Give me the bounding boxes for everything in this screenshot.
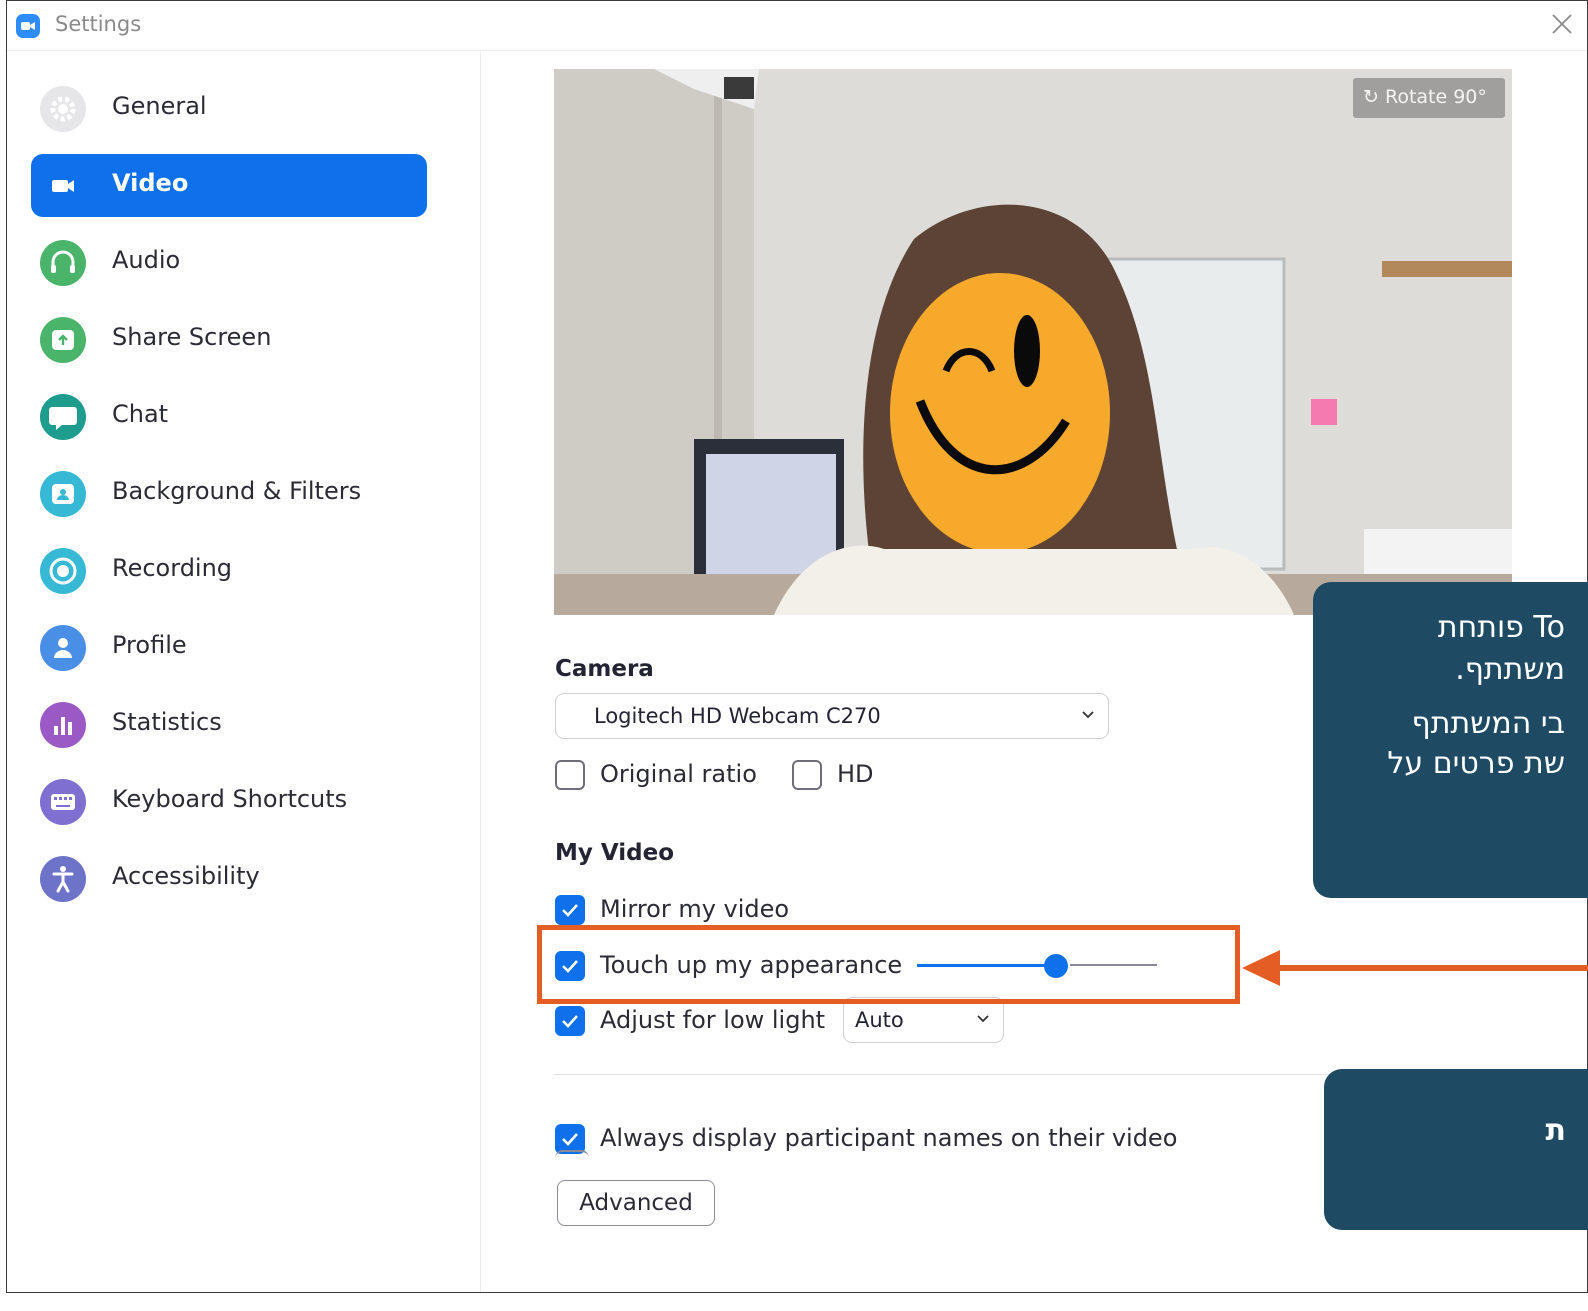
sidebar-item-label: Chat bbox=[112, 400, 169, 428]
recording-icon bbox=[40, 548, 86, 594]
my-video-section-title: My Video bbox=[555, 840, 675, 866]
camera-select-value: Logitech HD Webcam C270 bbox=[594, 704, 881, 728]
keyboard-icon bbox=[40, 779, 86, 825]
low-light-label: Adjust for low light bbox=[600, 1006, 826, 1034]
callout-1-line-2: משתתף. bbox=[1455, 652, 1565, 687]
sidebar-item-background-filters[interactable]: Background & Filters bbox=[31, 462, 427, 525]
chevron-down-icon bbox=[977, 1015, 989, 1023]
sidebar-item-statistics[interactable]: Statistics bbox=[31, 693, 427, 756]
accessibility-icon bbox=[40, 856, 86, 902]
video-preview: ↻ Rotate 90° bbox=[554, 69, 1512, 615]
sidebar-item-keyboard-shortcuts[interactable]: Keyboard Shortcuts bbox=[31, 770, 427, 833]
share-screen-icon bbox=[40, 317, 86, 363]
original-ratio-checkbox[interactable] bbox=[555, 760, 585, 790]
chevron-down-icon bbox=[1082, 711, 1094, 719]
sidebar-item-label: Audio bbox=[112, 246, 181, 274]
statistics-icon bbox=[40, 702, 86, 748]
sidebar-item-label: Accessibility bbox=[112, 862, 260, 890]
touch-up-highlight-box bbox=[537, 925, 1240, 1004]
sidebar-item-general[interactable]: General bbox=[31, 77, 427, 140]
close-icon[interactable] bbox=[1551, 13, 1573, 35]
low-light-checkbox[interactable] bbox=[555, 1006, 585, 1036]
sidebar: General Video Audio Share Screen Chat Ba… bbox=[7, 52, 481, 1292]
sidebar-item-video[interactable]: Video bbox=[31, 154, 427, 217]
callout-2-line-1: ת bbox=[1545, 1113, 1567, 1148]
original-ratio-label: Original ratio bbox=[600, 760, 757, 788]
callout-1-line-3: בי המשתתף bbox=[1411, 706, 1565, 741]
camera-select[interactable]: Logitech HD Webcam C270 bbox=[555, 693, 1109, 739]
chat-bubble-icon bbox=[40, 394, 86, 440]
arrow-left-icon bbox=[1242, 950, 1588, 986]
sidebar-item-audio[interactable]: Audio bbox=[31, 231, 427, 294]
always-names-label: Always display participant names on thei… bbox=[600, 1124, 1178, 1152]
sidebar-item-label: Recording bbox=[112, 554, 233, 582]
rotate-90-button[interactable]: ↻ Rotate 90° bbox=[1353, 78, 1505, 118]
sidebar-item-label: Share Screen bbox=[112, 323, 272, 351]
sidebar-item-chat[interactable]: Chat bbox=[31, 385, 427, 448]
window-title: Settings bbox=[55, 12, 142, 36]
title-bar: Settings bbox=[7, 1, 1587, 51]
gear-icon bbox=[40, 86, 86, 132]
rotate-icon: ↻ bbox=[1363, 86, 1385, 108]
sidebar-item-label: Keyboard Shortcuts bbox=[112, 785, 348, 813]
video-camera-icon bbox=[40, 163, 86, 209]
sidebar-item-label: Background & Filters bbox=[112, 477, 362, 505]
checkmark-icon bbox=[562, 904, 578, 917]
advanced-button[interactable]: Advanced bbox=[557, 1180, 715, 1226]
headphones-icon bbox=[40, 240, 86, 286]
checkmark-icon bbox=[562, 1133, 578, 1146]
sidebar-item-accessibility[interactable]: Accessibility bbox=[31, 847, 427, 910]
camera-feed-image bbox=[554, 69, 1512, 615]
checkmark-icon bbox=[562, 1015, 578, 1028]
low-light-mode-value: Auto bbox=[855, 1008, 904, 1032]
callout-1-line-1: To פותחת bbox=[1437, 610, 1565, 645]
callout-1-line-4: שת פרטים על bbox=[1387, 746, 1565, 781]
sidebar-item-label: Statistics bbox=[112, 708, 222, 736]
mirror-label: Mirror my video bbox=[600, 895, 790, 923]
hd-checkbox[interactable] bbox=[792, 760, 822, 790]
sidebar-item-label: General bbox=[112, 92, 207, 120]
rotate-label: Rotate 90° bbox=[1384, 86, 1487, 108]
hd-label: HD bbox=[837, 760, 874, 788]
profile-icon bbox=[40, 625, 86, 671]
sidebar-item-recording[interactable]: Recording bbox=[31, 539, 427, 602]
sidebar-item-profile[interactable]: Profile bbox=[31, 616, 427, 679]
hebrew-callout-1: To פותחת משתתף. בי המשתתף שת פרטים על bbox=[1313, 582, 1588, 898]
sidebar-item-share-screen[interactable]: Share Screen bbox=[31, 308, 427, 371]
mirror-checkbox[interactable] bbox=[555, 895, 585, 925]
hebrew-callout-2: ת bbox=[1324, 1069, 1588, 1230]
clipped-checkbox[interactable] bbox=[555, 1150, 589, 1162]
sidebar-item-label: Profile bbox=[112, 631, 187, 659]
camera-section-title: Camera bbox=[555, 656, 654, 682]
sidebar-item-label: Video bbox=[112, 169, 189, 197]
zoom-app-icon bbox=[16, 14, 40, 38]
background-icon bbox=[40, 471, 86, 517]
